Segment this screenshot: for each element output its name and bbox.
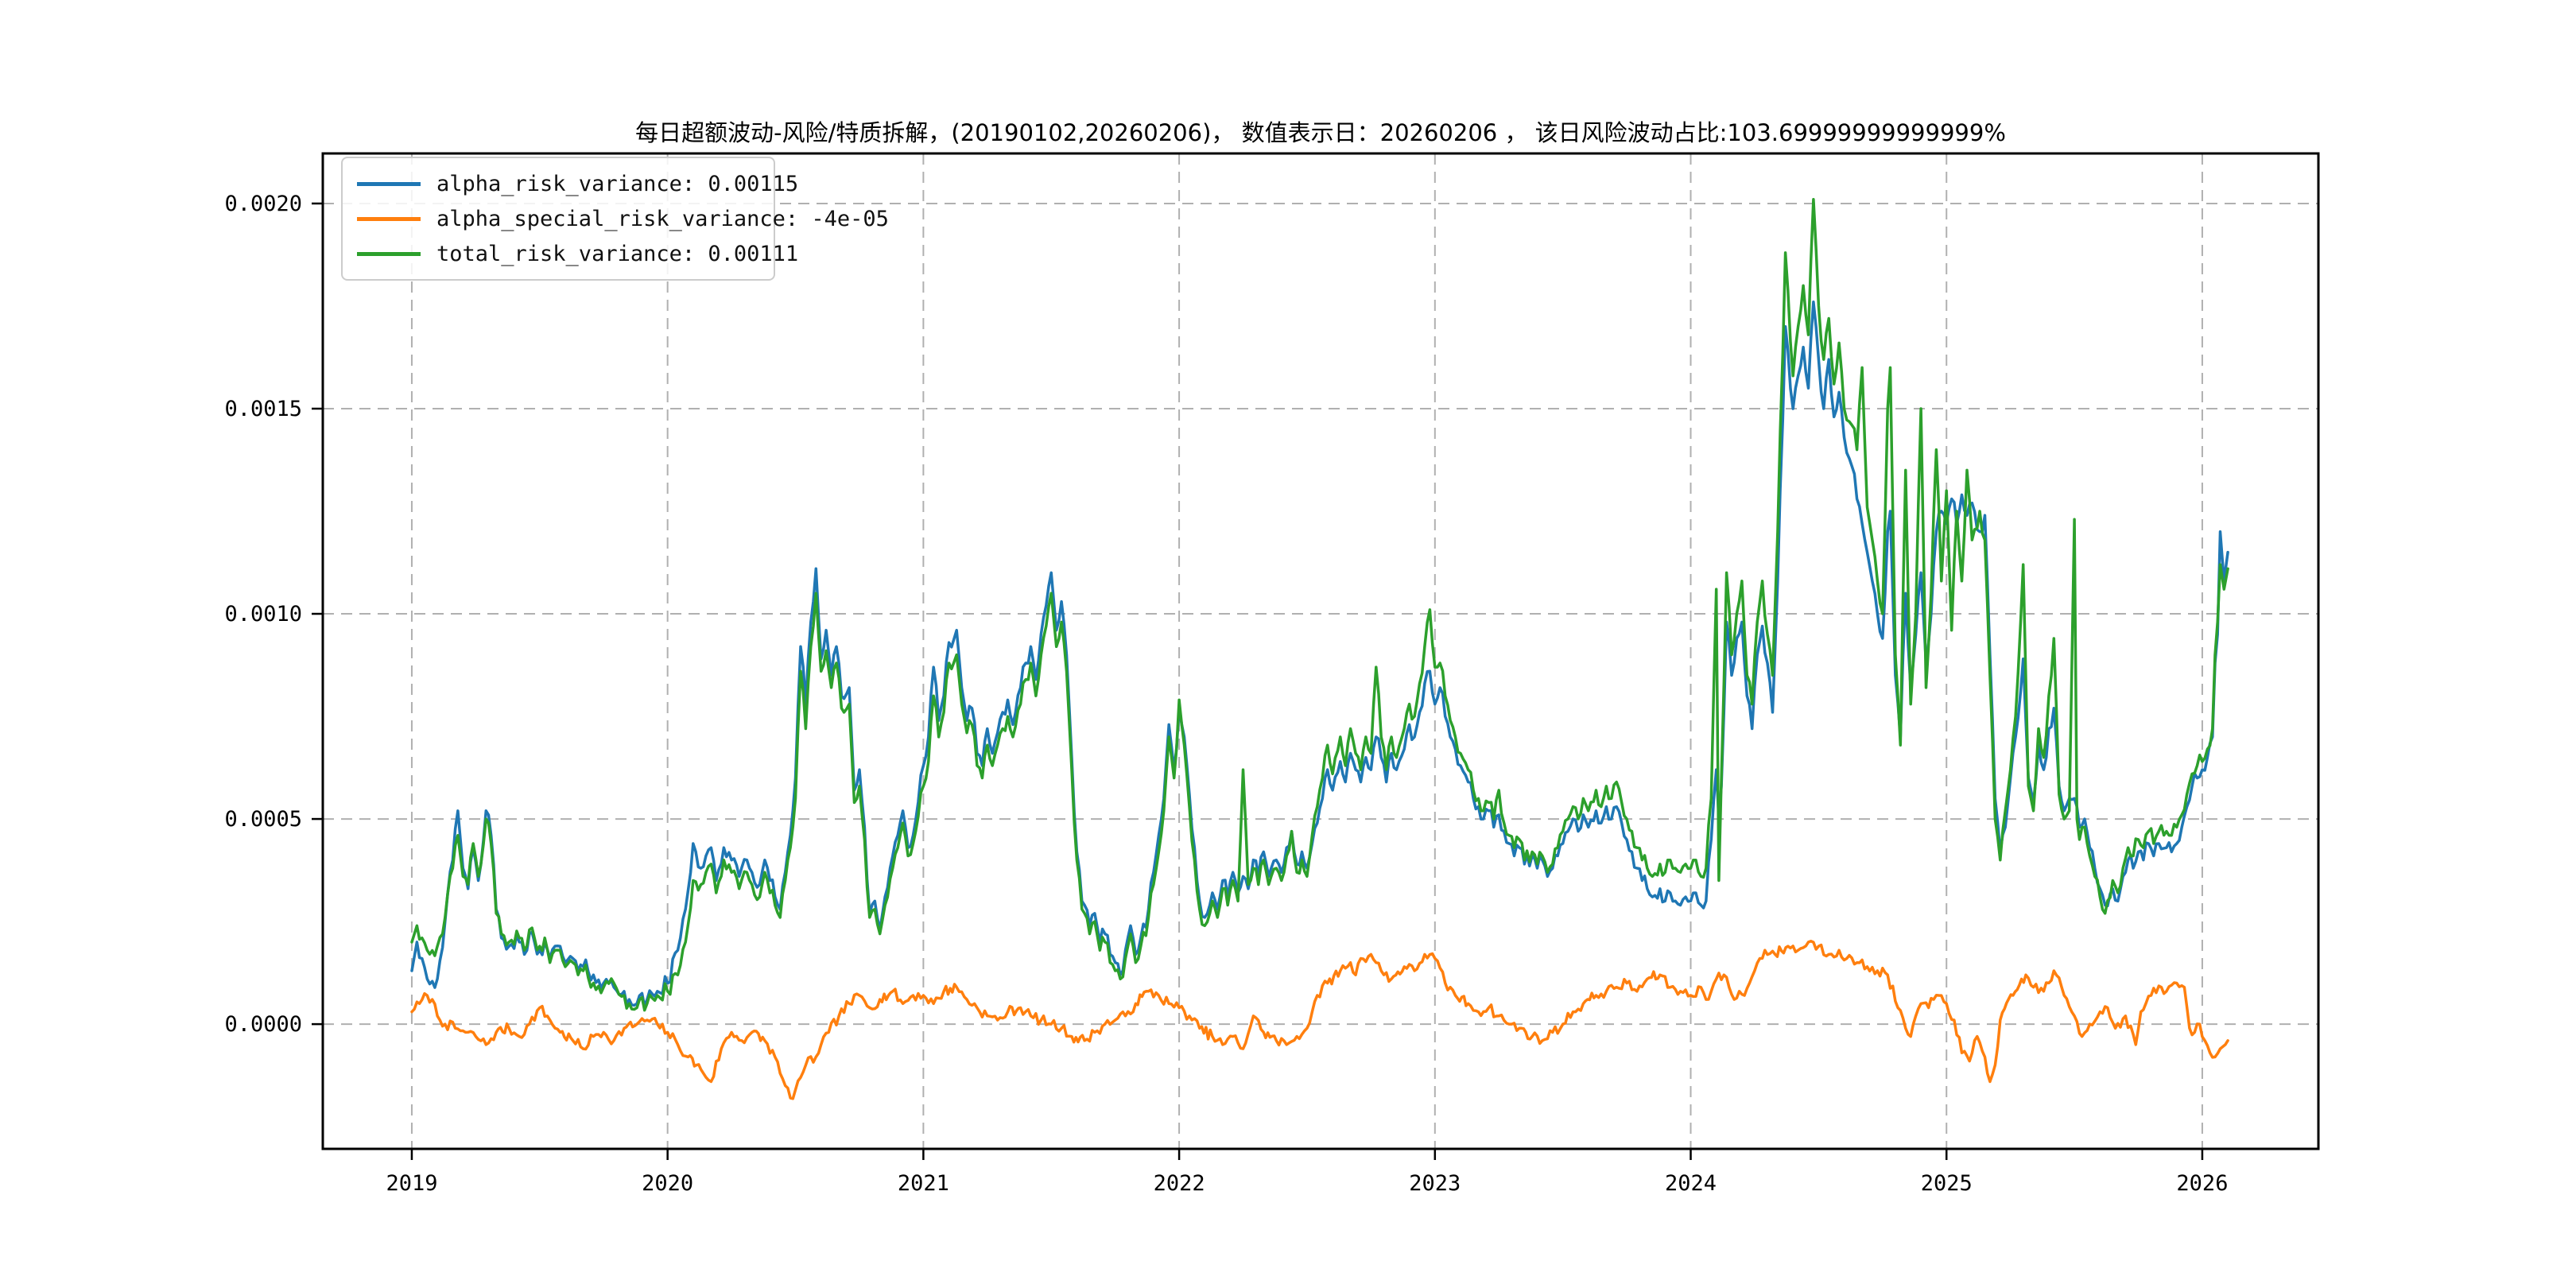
y-tick-label: 0.0000 [224,1012,302,1037]
legend-line-sample-orange [357,217,421,221]
legend-label-total-risk-variance: total_risk_variance: 0.00111 [436,242,798,266]
legend-row-alpha-risk-variance: alpha_risk_variance: 0.00115 [343,166,774,201]
x-tick-label: 2023 [1409,1171,1461,1196]
series-group [412,200,2228,1099]
y-tick-label: 0.0010 [224,602,302,627]
figure-canvas: 每日超额波动-风险/特质拆解，(20190102,20260206)， 数值表示… [0,0,2576,1288]
axis-ticks [312,204,2202,1160]
y-tick-label: 0.0015 [224,397,302,421]
legend-line-sample-green [357,252,421,256]
x-tick-label: 2026 [2176,1171,2228,1196]
x-tick-label: 2025 [1921,1171,1973,1196]
series-line-alpha_special_risk_variance [412,941,2228,1099]
y-tick-label: 0.0020 [224,192,302,216]
y-tick-label: 0.0005 [224,807,302,832]
x-tick-label: 2021 [898,1171,949,1196]
legend-row-alpha-special-risk-variance: alpha_special_risk_variance: -4e-05 [343,201,774,236]
series-line-total_risk_variance [412,200,2228,1011]
legend-label-alpha-risk-variance: alpha_risk_variance: 0.00115 [436,172,798,196]
legend-label-alpha-special-risk-variance: alpha_special_risk_variance: -4e-05 [436,207,889,231]
legend-line-sample-blue [357,182,421,186]
axis-tick-labels: 2019 2020 2021 2022 2023 2024 2025 2026 0.0000 0.… [224,192,2228,1196]
series-line-alpha_risk_variance [412,302,2228,1007]
x-tick-label: 2024 [1665,1171,1717,1196]
chart-legend: alpha_risk_variance: 0.00115 alpha_speci… [341,157,775,281]
legend-row-total-risk-variance: total_risk_variance: 0.00111 [343,236,774,271]
x-tick-label: 2022 [1154,1171,1205,1196]
x-tick-label: 2019 [386,1171,437,1196]
x-tick-label: 2020 [642,1171,693,1196]
